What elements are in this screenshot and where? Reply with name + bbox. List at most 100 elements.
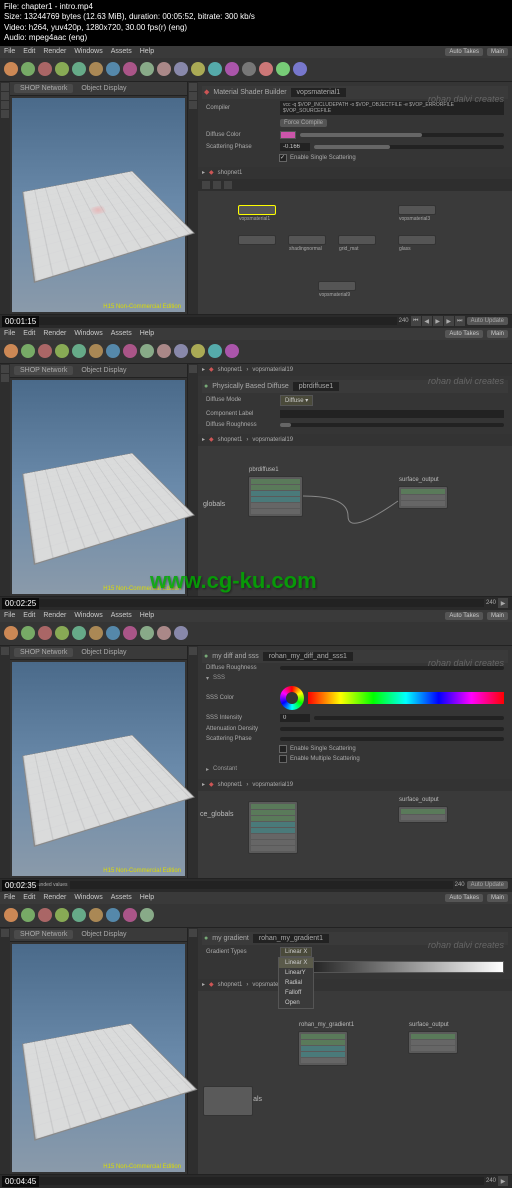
shelf-icon[interactable] <box>38 62 52 76</box>
menu-file[interactable]: File <box>4 330 15 337</box>
component-input[interactable] <box>280 410 504 418</box>
scattering-phase-input[interactable] <box>280 143 310 151</box>
auto-takes-button[interactable]: Auto Takes <box>445 48 483 56</box>
shelf-icon[interactable] <box>38 344 52 358</box>
shelf-icon[interactable] <box>89 344 103 358</box>
shelf-icon[interactable] <box>106 62 120 76</box>
menu-file[interactable]: File <box>4 894 15 901</box>
tab-object-display[interactable]: Object Display <box>81 367 126 374</box>
shelf-icon[interactable] <box>174 344 188 358</box>
shelf-icon[interactable] <box>21 344 35 358</box>
shelf-icon[interactable] <box>242 62 256 76</box>
attenuation-slider[interactable] <box>280 727 504 731</box>
menu-windows[interactable]: Windows <box>74 894 102 901</box>
prev-button[interactable]: ◀ <box>422 316 432 326</box>
diffuse-mode-dropdown[interactable]: Diffuse ▾ <box>280 395 313 406</box>
roughness-slider[interactable] <box>280 423 504 427</box>
auto-update-button[interactable]: Auto Update <box>467 881 508 889</box>
tab-shop-network[interactable]: SHOP Network <box>14 84 73 93</box>
shelf-icon[interactable] <box>4 626 18 640</box>
dropdown-item[interactable]: LinearY <box>279 968 313 978</box>
menu-assets[interactable]: Assets <box>111 612 132 619</box>
shelf-icon[interactable] <box>55 62 69 76</box>
shelf-icon[interactable] <box>21 908 35 922</box>
auto-takes-button[interactable]: Auto Takes <box>445 894 483 902</box>
shelf-icon[interactable] <box>123 62 137 76</box>
intensity-slider[interactable] <box>314 716 504 720</box>
shelf-icon[interactable] <box>123 908 137 922</box>
main-take-button[interactable]: Main <box>487 894 508 902</box>
shelf-icon[interactable] <box>72 344 86 358</box>
main-take-button[interactable]: Main <box>487 612 508 620</box>
shelf-icon[interactable] <box>140 344 154 358</box>
shelf-icon[interactable] <box>21 62 35 76</box>
node-path[interactable]: shopnet1 <box>218 170 243 176</box>
shelf-icon[interactable] <box>140 626 154 640</box>
sss-intensity-input[interactable] <box>280 714 310 722</box>
shelf-icon[interactable] <box>174 62 188 76</box>
node-tool[interactable] <box>224 181 232 189</box>
menu-edit[interactable]: Edit <box>23 330 35 337</box>
tab-shop-network[interactable]: SHOP Network <box>14 648 73 657</box>
param-name-field[interactable]: rohan_my_gradient1 <box>253 934 329 943</box>
main-take-button[interactable]: Main <box>487 48 508 56</box>
shelf-icon[interactable] <box>38 626 52 640</box>
surface-output-node[interactable]: surface_output <box>398 806 448 823</box>
tool-btn[interactable] <box>1 647 9 655</box>
viewport-3d[interactable]: H15 Non-Commercial Edition <box>12 380 185 594</box>
scattering-slider[interactable] <box>280 737 504 741</box>
shelf-icon[interactable] <box>157 344 171 358</box>
shelf-icon[interactable] <box>38 908 52 922</box>
tab-object-display[interactable]: Object Display <box>81 931 126 938</box>
tab-object-display[interactable]: Object Display <box>81 649 126 656</box>
enable-multiple-checkbox[interactable] <box>279 755 287 763</box>
timeline-track[interactable] <box>9 599 484 607</box>
shelf-icon[interactable] <box>225 62 239 76</box>
surface-output-node[interactable]: surface_output <box>408 1031 458 1054</box>
shelf-icon[interactable] <box>55 908 69 922</box>
shelf-icon[interactable] <box>89 626 103 640</box>
param-name-field[interactable]: vopsmaterial1 <box>291 88 347 97</box>
diffuse-color-swatch[interactable] <box>280 131 296 139</box>
menu-file[interactable]: File <box>4 612 15 619</box>
shelf-icon[interactable] <box>21 626 35 640</box>
menu-assets[interactable]: Assets <box>111 894 132 901</box>
tool-btn[interactable] <box>1 929 9 937</box>
timeline-track[interactable] <box>70 881 453 889</box>
tab-shop-network[interactable]: SHOP Network <box>14 366 73 375</box>
shelf-icon[interactable] <box>157 62 171 76</box>
menu-render[interactable]: Render <box>43 330 66 337</box>
shelf-icon[interactable] <box>4 62 18 76</box>
shelf-icon[interactable] <box>140 62 154 76</box>
tool-btn[interactable] <box>1 83 9 91</box>
shelf-icon[interactable] <box>72 62 86 76</box>
next-button[interactable]: ▶ <box>444 316 454 326</box>
shelf-icon[interactable] <box>293 62 307 76</box>
shelf-icon[interactable] <box>208 344 222 358</box>
viewport-3d[interactable]: H15 Non-Commercial Edition <box>12 98 185 312</box>
menu-help[interactable]: Help <box>140 894 154 901</box>
menu-windows[interactable]: Windows <box>74 48 102 55</box>
node-canvas[interactable]: rohan_my_gradient1 surface_output surfac… <box>198 991 512 1121</box>
shelf-icon[interactable] <box>55 344 69 358</box>
dropdown-item[interactable]: Open <box>279 998 313 1008</box>
node-path2[interactable]: vopsmaterial19 <box>252 437 293 443</box>
menu-render[interactable]: Render <box>43 894 66 901</box>
rewind-button[interactable]: ⏮ <box>411 316 421 326</box>
main-take-button[interactable]: Main <box>487 330 508 338</box>
shelf-icon[interactable] <box>72 626 86 640</box>
viewport-3d[interactable]: H15 Non-Commercial Edition <box>12 944 185 1172</box>
shelf-icon[interactable] <box>123 626 137 640</box>
timeline-track[interactable] <box>9 1177 484 1185</box>
tool-btn[interactable] <box>189 647 197 655</box>
color-wheel[interactable] <box>280 686 304 710</box>
shelf-icon[interactable] <box>191 344 205 358</box>
shelf-icon[interactable] <box>106 626 120 640</box>
param-name-field[interactable]: pbrdiffuse1 <box>293 382 340 391</box>
menu-edit[interactable]: Edit <box>23 894 35 901</box>
globals-node[interactable] <box>203 1086 253 1116</box>
shelf-icon[interactable] <box>123 344 137 358</box>
play-button[interactable]: ▶ <box>433 316 443 326</box>
shelf-icon[interactable] <box>225 344 239 358</box>
menu-assets[interactable]: Assets <box>111 330 132 337</box>
